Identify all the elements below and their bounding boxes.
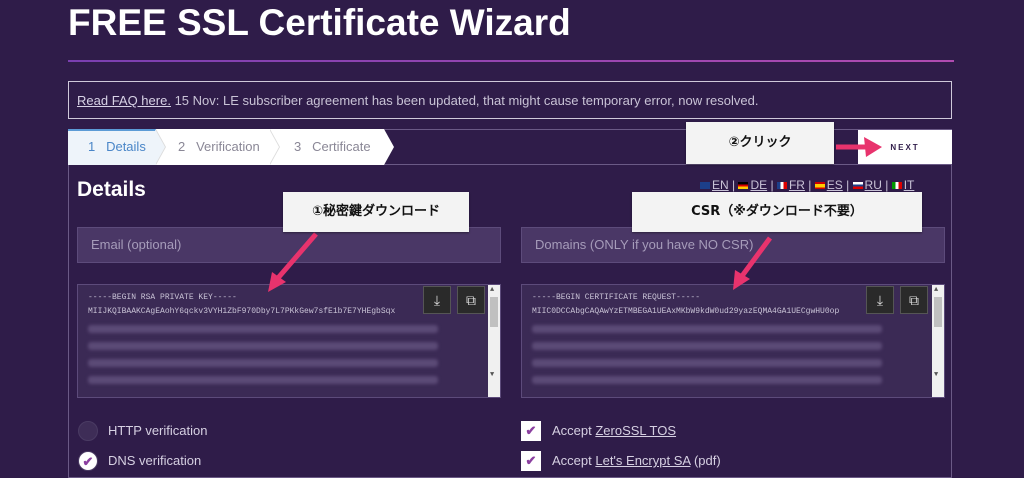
annotation-key-download: ①秘密鍵ダウンロード [283,192,469,232]
annotation-arrows [268,137,882,292]
csr-arrow [739,236,773,278]
page: FREE SSL Certificate Wizard Read FAQ her… [0,0,1024,478]
annotation-click: ②クリック [686,122,834,164]
annotation-csr: CSR（※ダウンロード不要） [632,192,922,232]
key-arrow [276,232,318,280]
click-arrowhead [864,137,882,157]
